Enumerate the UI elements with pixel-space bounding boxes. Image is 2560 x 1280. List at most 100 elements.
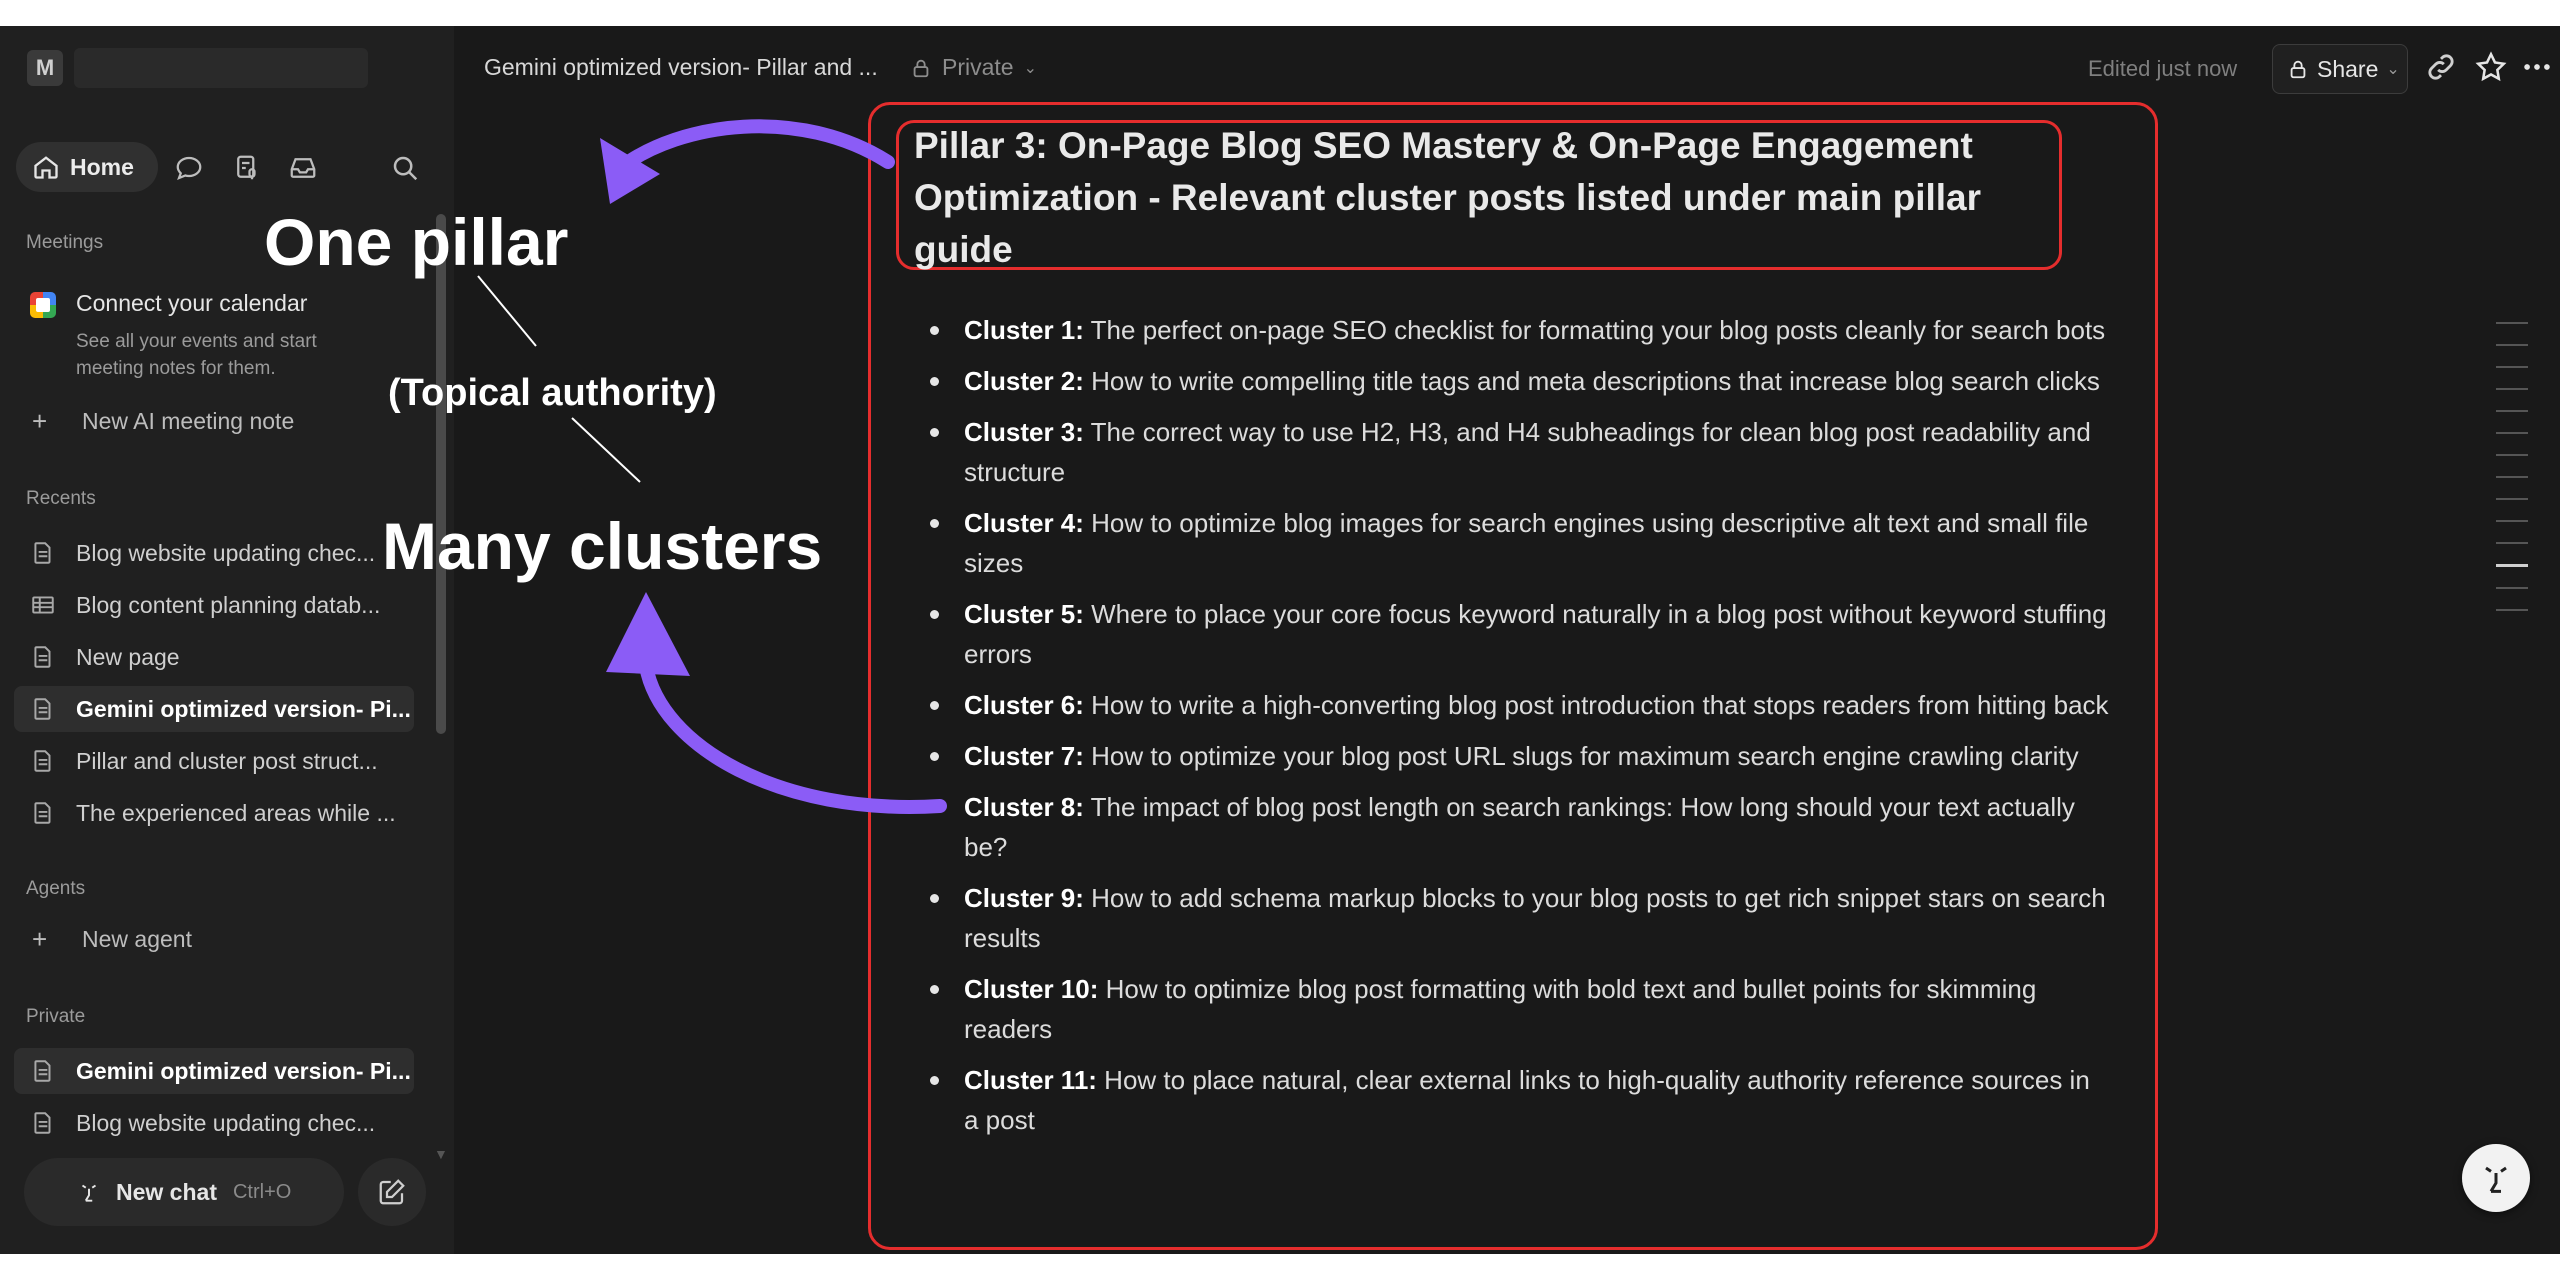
cluster-list: Cluster 1: The perfect on-page SEO check… (930, 310, 2110, 1151)
sidebar-page-item[interactable]: The experienced areas while ... (14, 790, 414, 836)
cluster-label: Cluster 3: (964, 417, 1084, 447)
toc-marker[interactable] (2496, 410, 2528, 412)
cluster-text: The impact of blog post length on search… (964, 792, 2075, 862)
toc-marker[interactable] (2496, 520, 2528, 522)
toc-marker[interactable] (2496, 498, 2528, 500)
arrow-to-pillar (613, 119, 895, 175)
connector-line-upper (477, 275, 537, 347)
cluster-list-item[interactable]: Cluster 11: How to place natural, clear … (930, 1060, 2110, 1140)
ai-face-icon (2485, 1166, 2507, 1193)
agents-heading: Agents (26, 878, 86, 899)
edited-status: Edited just now (2088, 56, 2238, 81)
toc-marker[interactable] (2496, 564, 2528, 567)
new-chat-shortcut: Ctrl+O (232, 1180, 292, 1203)
sidebar-page-label: Blog website updating chec... (76, 1109, 376, 1136)
share-button[interactable]: Share ⌄ (2272, 44, 2408, 94)
plus-icon: + (32, 924, 48, 954)
connector-line-lower (571, 417, 641, 483)
star-icon[interactable] (2474, 50, 2508, 84)
search-icon[interactable] (390, 153, 420, 183)
cluster-text: How to optimize blog post formatting wit… (964, 974, 2037, 1044)
page-icon (34, 1112, 51, 1134)
compose-button[interactable] (358, 1158, 426, 1226)
cluster-list-item[interactable]: Cluster 8: The impact of blog post lengt… (930, 787, 2110, 867)
annotation-one-pillar: One pillar (264, 205, 569, 279)
sidebar-page-label: New page (76, 643, 180, 670)
cluster-text: How to write a high-converting blog post… (1083, 690, 2109, 720)
chat-icon[interactable] (174, 153, 204, 183)
table-of-contents-minimap[interactable] (2496, 322, 2528, 631)
private-heading: Private (26, 1006, 86, 1027)
cluster-text: How to write compelling title tags and m… (1083, 366, 2100, 396)
meeting-notes-icon[interactable] (232, 153, 262, 183)
toc-marker[interactable] (2496, 609, 2528, 611)
cluster-list-item[interactable]: Cluster 5: Where to place your core focu… (930, 594, 2110, 674)
cluster-text: The perfect on-page SEO checklist for fo… (1083, 315, 2106, 345)
connect-calendar-link[interactable]: Connect your calendar (76, 290, 307, 317)
sidebar-page-item[interactable]: Blog website updating chec... (14, 1100, 414, 1146)
sidebar-page-label: Pillar and cluster post struct... (76, 747, 378, 774)
breadcrumb-doc-title[interactable]: Gemini optimized version- Pillar and ... (484, 54, 878, 81)
sidebar-page-item[interactable]: Blog website updating chec... (14, 530, 414, 576)
cluster-list-item[interactable]: Cluster 3: The correct way to use H2, H3… (930, 412, 2110, 492)
privacy-dropdown[interactable]: Private ⌄ (910, 54, 1037, 81)
sidebar-page-label: Blog website updating chec... (76, 539, 376, 566)
cluster-label: Cluster 10: (964, 974, 1099, 1004)
chevron-down-icon: ⌄ (2386, 61, 2400, 78)
cluster-text: How to optimize blog images for search e… (964, 508, 2089, 578)
sidebar-page-label: Gemini optimized version- Pi... (76, 1057, 411, 1084)
annotation-many-clusters: Many clusters (382, 509, 823, 583)
cluster-list-item[interactable]: Cluster 6: How to write a high-convertin… (930, 685, 2110, 725)
page-icon (34, 1060, 51, 1082)
cluster-list-item[interactable]: Cluster 2: How to write compelling title… (930, 361, 2110, 401)
new-chat-button[interactable]: New chat Ctrl+O (24, 1158, 344, 1226)
toc-marker[interactable] (2496, 344, 2528, 346)
plus-icon: + (32, 406, 48, 436)
sidebar-page-item[interactable]: New page (14, 634, 414, 680)
cluster-list-item[interactable]: Cluster 10: How to optimize blog post fo… (930, 969, 2110, 1049)
sidebar-page-item[interactable]: Pillar and cluster post struct... (14, 738, 414, 784)
sidebar-page-label: Gemini optimized version- Pi... (76, 695, 411, 722)
ai-assistant-button[interactable] (2462, 1144, 2530, 1212)
compose-icon (379, 1179, 405, 1205)
calendar-icon (30, 292, 56, 318)
cluster-label: Cluster 8: (964, 792, 1084, 822)
toc-marker[interactable] (2496, 476, 2528, 478)
toc-marker[interactable] (2496, 542, 2528, 544)
toc-marker[interactable] (2496, 366, 2528, 368)
share-label: Share (2317, 55, 2379, 82)
new-ai-meeting-note-button[interactable]: + New AI meeting note (32, 406, 294, 437)
sidebar-page-item[interactable]: Gemini optimized version- Pi... (14, 686, 414, 732)
link-icon[interactable] (2424, 50, 2458, 84)
sidebar-page-item[interactable]: Blog content planning datab... (14, 582, 414, 628)
new-agent-button[interactable]: + New agent (32, 924, 192, 955)
cluster-label: Cluster 1: (964, 315, 1084, 345)
sidebar-scrollbar[interactable] (436, 214, 446, 734)
cluster-list-item[interactable]: Cluster 9: How to add schema markup bloc… (930, 878, 2110, 958)
workspace-avatar[interactable]: M (27, 50, 63, 86)
home-button[interactable]: Home (16, 142, 158, 192)
sidebar-page-item[interactable]: Gemini optimized version- Pi... (14, 1048, 414, 1094)
cluster-list-item[interactable]: Cluster 1: The perfect on-page SEO check… (930, 310, 2110, 350)
toc-marker[interactable] (2496, 432, 2528, 434)
cluster-label: Cluster 9: (964, 883, 1084, 913)
cluster-list-item[interactable]: Cluster 4: How to optimize blog images f… (930, 503, 2110, 583)
page-icon (34, 646, 51, 668)
cluster-label: Cluster 7: (964, 741, 1084, 771)
scroll-down-arrow-icon[interactable]: ▼ (434, 1146, 448, 1162)
more-options-icon[interactable] (2520, 50, 2554, 84)
cluster-label: Cluster 6: (964, 690, 1084, 720)
new-chat-label: New chat (116, 1178, 217, 1205)
toc-marker[interactable] (2496, 388, 2528, 390)
toc-marker[interactable] (2496, 454, 2528, 456)
connect-calendar-description: See all your events and start meeting no… (76, 331, 317, 379)
annotation-topical-authority: (Topical authority) (388, 372, 717, 414)
toc-marker[interactable] (2496, 587, 2528, 589)
cluster-text: How to optimize your blog post URL slugs… (1083, 741, 2079, 771)
cluster-label: Cluster 4: (964, 508, 1084, 538)
toc-marker[interactable] (2496, 322, 2528, 324)
workspace-name-redacted[interactable] (74, 48, 368, 88)
cluster-list-item[interactable]: Cluster 7: How to optimize your blog pos… (930, 736, 2110, 776)
page-heading[interactable]: Pillar 3: On-Page Blog SEO Mastery & On-… (914, 120, 2054, 276)
inbox-icon[interactable] (288, 153, 318, 183)
